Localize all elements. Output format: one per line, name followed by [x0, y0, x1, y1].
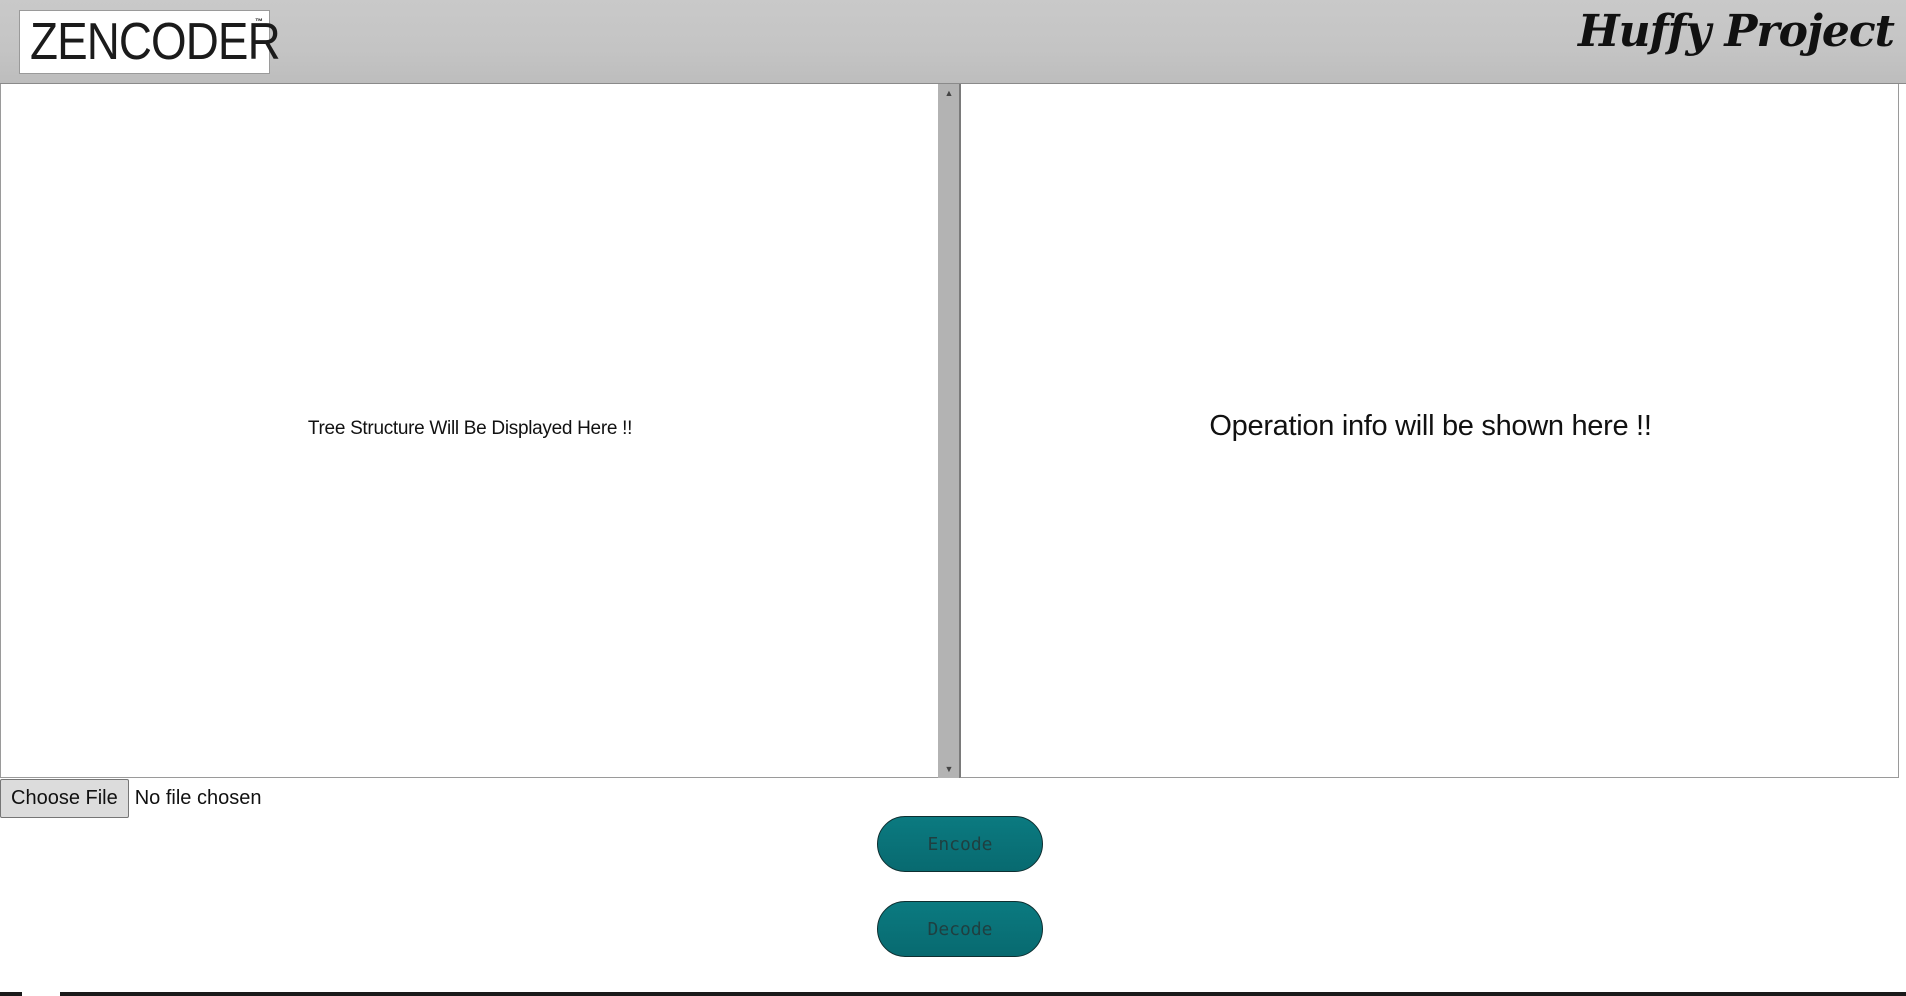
- logo-text: ZENCODER: [30, 13, 281, 71]
- scroll-up-icon[interactable]: ▲: [938, 86, 960, 100]
- panel-scrollbar[interactable]: ▲ ▼: [938, 84, 960, 778]
- logo-trademark: ™: [255, 17, 263, 26]
- app-header: ZENCODER ™ Huffy Project: [0, 0, 1906, 84]
- encode-button[interactable]: Encode: [877, 816, 1043, 872]
- project-title: Huffy Project: [1578, 6, 1895, 57]
- file-status-text: No file chosen: [134, 786, 262, 809]
- scroll-down-icon[interactable]: ▼: [938, 762, 960, 776]
- tree-placeholder-text: Tree Structure Will Be Displayed Here !!: [307, 418, 633, 439]
- zencoder-logo: ZENCODER ™: [19, 10, 281, 74]
- bottom-divider-gap: [22, 992, 60, 996]
- file-input[interactable]: Choose File No file chosen: [0, 778, 261, 818]
- decode-button[interactable]: Decode: [877, 901, 1043, 957]
- choose-file-button[interactable]: Choose File: [0, 778, 129, 818]
- tree-display-panel: Tree Structure Will Be Displayed Here !!: [0, 84, 938, 778]
- operation-info-placeholder-text: Operation info will be shown here !!: [1209, 410, 1652, 442]
- bottom-divider: [0, 992, 1906, 996]
- operation-info-panel: Operation info will be shown here !!: [960, 84, 1899, 778]
